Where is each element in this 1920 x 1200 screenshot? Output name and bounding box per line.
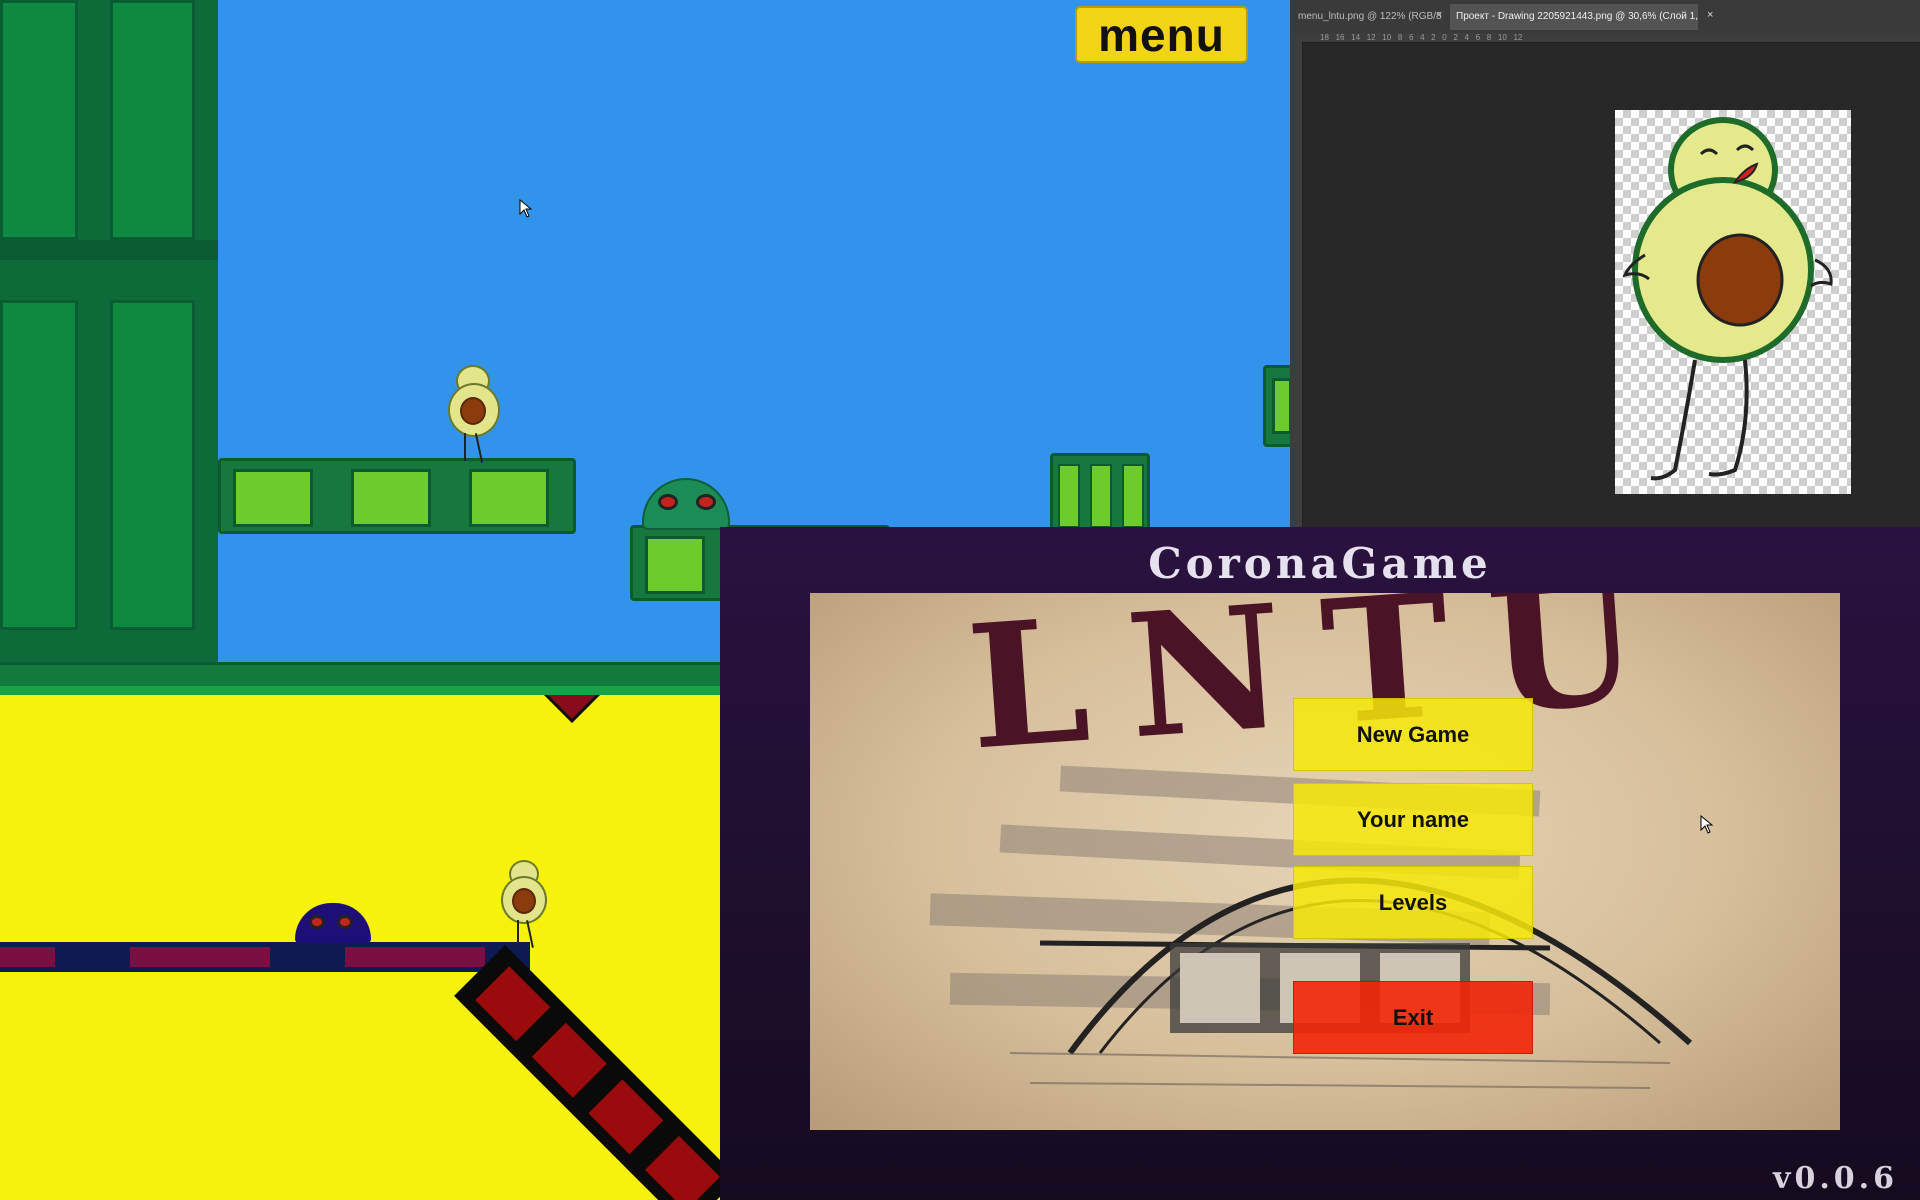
avocado-character <box>440 365 510 465</box>
ruler-horizontal: 18 16 14 12 10 8 6 4 2 0 2 4 6 8 10 12 <box>1290 33 1920 43</box>
ruler-labels: 18 16 14 12 10 8 6 4 2 0 2 4 6 8 10 12 <box>1320 33 1523 42</box>
avocado-leg <box>526 920 534 948</box>
document-tab-active[interactable]: Проект - Drawing 2205921443.png @ 30,6% … <box>1450 4 1698 30</box>
avocado-leg <box>464 433 466 461</box>
block-stripe <box>1090 464 1112 528</box>
close-icon[interactable]: × <box>1707 9 1713 21</box>
platform-segment <box>130 947 270 967</box>
avocado-character <box>495 860 555 950</box>
levels-button[interactable]: Levels <box>1293 866 1533 939</box>
enemy-eye <box>337 915 353 929</box>
green-enemy <box>642 478 730 530</box>
block-stripe <box>1058 464 1080 528</box>
photoshop-window: menu_lntu.png @ 122% (RGB/8) * × Проект … <box>1290 0 1920 527</box>
transparent-canvas <box>1615 110 1851 494</box>
menu-button[interactable]: menu <box>1075 6 1248 63</box>
exit-button[interactable]: Exit <box>1293 981 1533 1054</box>
ramp-tile <box>475 966 551 1042</box>
corona-game-menu: CoronaGame LNTU New Game Your name Level… <box>720 527 1920 1200</box>
ramp-tile <box>531 1022 607 1098</box>
avocado-pit <box>512 888 536 914</box>
striped-block <box>1050 453 1150 533</box>
pipe-divider <box>0 240 218 260</box>
document-tab-bar: menu_lntu.png @ 122% (RGB/8) * × Проект … <box>1290 0 1920 34</box>
avocado-drawing <box>1622 117 1833 481</box>
version-label: v0.0.6 <box>1773 1161 1898 1196</box>
grass-tile <box>351 469 431 527</box>
tab-title: Проект - Drawing 2205921443.png @ 30,6% … <box>1456 11 1698 22</box>
pipe-panel <box>0 0 78 240</box>
enemy-eye <box>309 915 325 929</box>
close-icon[interactable]: × <box>1436 9 1442 21</box>
spike-hazard <box>538 695 606 723</box>
lntu-poster: LNTU New Game Your name Levels Exit <box>810 593 1840 1130</box>
pipe-column <box>0 0 218 675</box>
ramp-tile <box>588 1079 664 1155</box>
avocado-leg <box>474 433 484 463</box>
pipe-panel <box>110 0 195 240</box>
ruler-vertical <box>1290 42 1303 527</box>
pipe-panel <box>0 300 78 630</box>
edge-platform <box>1263 365 1290 447</box>
pipe-panel <box>110 300 195 630</box>
your-name-button[interactable]: Your name <box>1293 783 1533 856</box>
avocado-leg <box>517 920 519 946</box>
platform-segment <box>0 947 55 967</box>
game-title: CoronaGame <box>1148 539 1492 588</box>
enemy-eye <box>658 494 678 510</box>
mouse-cursor-icon <box>1700 815 1714 834</box>
enemy-eye <box>696 494 716 510</box>
block-stripe <box>1122 464 1144 528</box>
ramp-tile <box>645 1135 720 1200</box>
floating-platform <box>218 458 576 534</box>
grass-tile <box>1272 378 1290 434</box>
avocado-pit <box>460 397 486 425</box>
new-game-button[interactable]: New Game <box>1293 698 1533 771</box>
document-tab[interactable]: menu_lntu.png @ 122% (RGB/8) * <box>1292 4 1442 30</box>
platform-segment <box>345 947 485 967</box>
purple-enemy <box>295 903 371 943</box>
grass-tile <box>469 469 549 527</box>
grass-tile <box>645 536 705 594</box>
dark-platform <box>0 942 530 972</box>
mouse-cursor-icon <box>519 199 533 218</box>
ramp <box>454 945 720 1200</box>
grass-tile <box>233 469 313 527</box>
tab-title: menu_lntu.png @ 122% (RGB/8) * <box>1298 11 1442 22</box>
level-yellow-view <box>0 695 720 1200</box>
